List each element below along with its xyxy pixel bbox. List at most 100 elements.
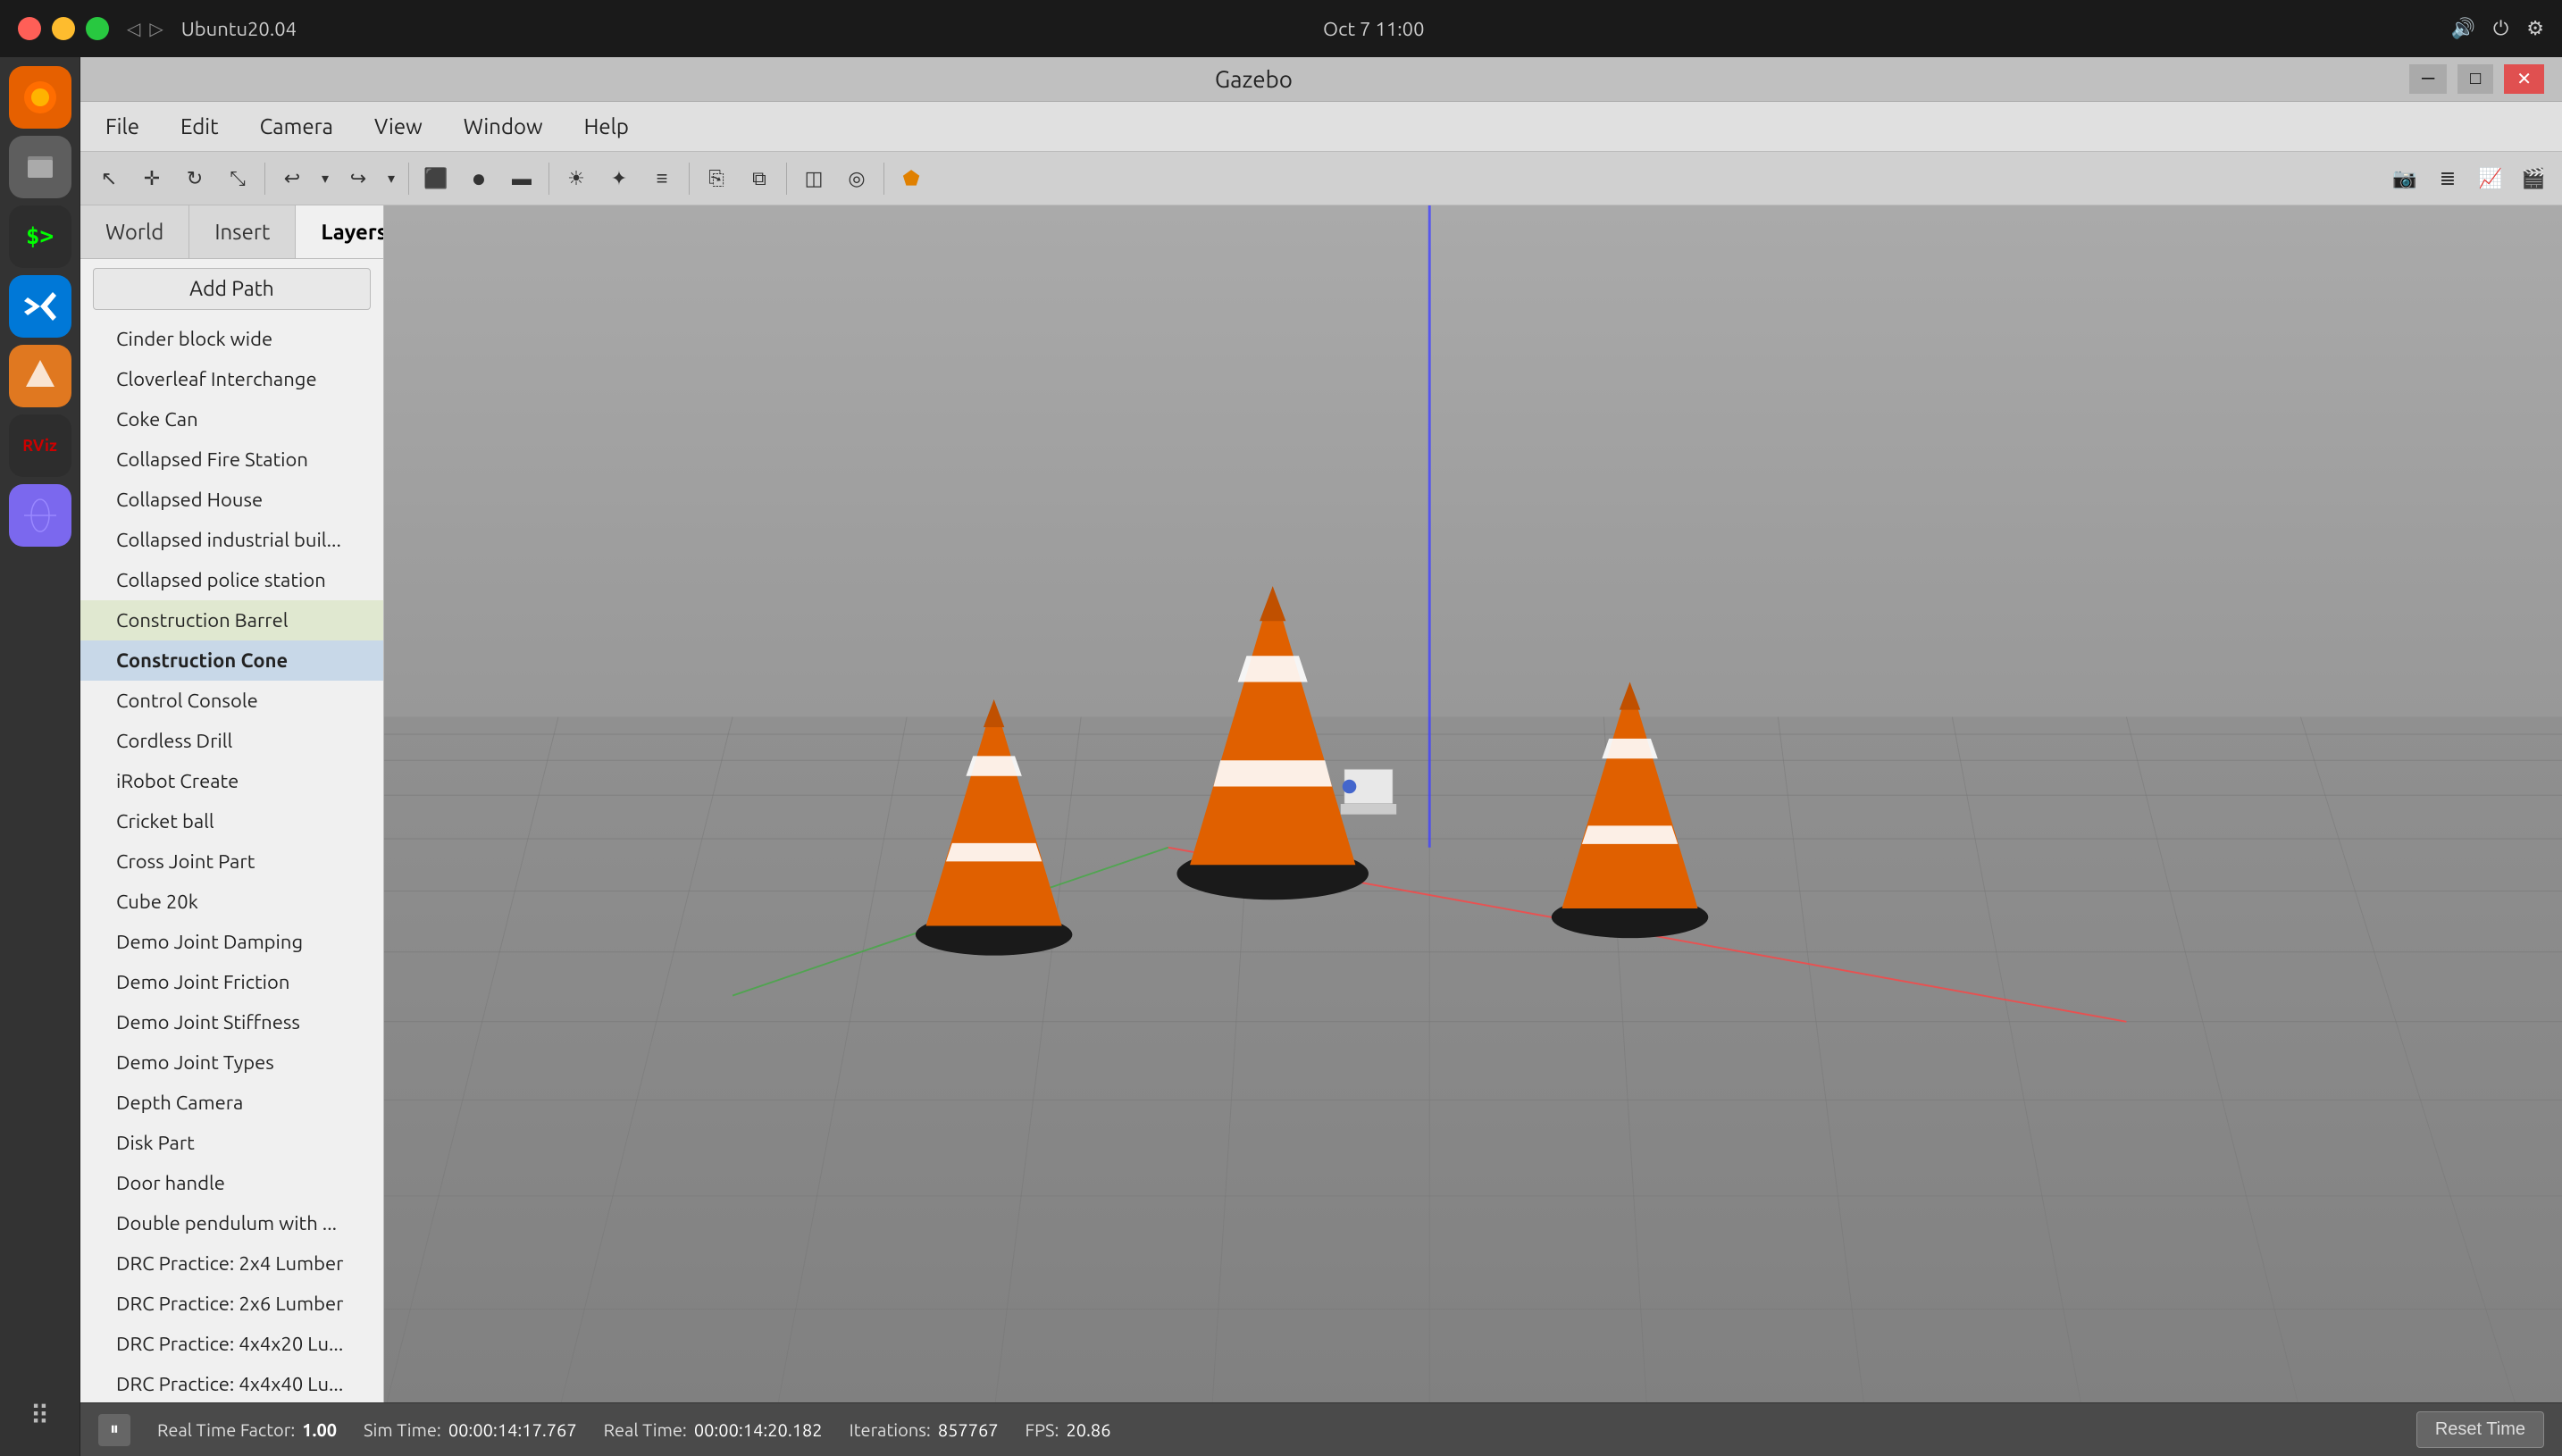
model-list-item[interactable]: Construction Cone [80, 640, 383, 681]
minimize-window-btn[interactable] [52, 17, 75, 40]
menu-window[interactable]: Window [456, 111, 550, 142]
model-list-item[interactable]: Coke Can [80, 399, 383, 439]
model-list-item[interactable]: Cube 20k [80, 882, 383, 922]
copy-btn[interactable]: ⎘ [697, 159, 736, 198]
align-btn[interactable]: ◫ [794, 159, 833, 198]
model-list-item[interactable]: Cloverleaf Interchange [80, 359, 383, 399]
power-icon[interactable]: ⏻ [2493, 17, 2508, 40]
maximize-btn[interactable]: □ [2457, 64, 2493, 94]
model-list-item[interactable]: Cricket ball [80, 801, 383, 841]
volume-icon[interactable]: 🔊 [2450, 17, 2474, 40]
sun-light-btn[interactable]: ☀ [557, 159, 596, 198]
menu-help[interactable]: Help [577, 111, 636, 142]
model-list-item[interactable]: Demo Joint Stiffness [80, 1002, 383, 1042]
model-list-item[interactable]: Construction Barrel [80, 600, 383, 640]
dock-item-files[interactable] [9, 136, 71, 198]
dock-item-gazebo[interactable] [9, 345, 71, 407]
window-action-btns[interactable]: ─ □ ✕ [2409, 64, 2544, 94]
app-titlebar: Gazebo ─ □ ✕ [80, 57, 2562, 102]
box-shape-btn[interactable]: ⬛ [416, 159, 456, 198]
dock-item-globe[interactable] [9, 484, 71, 547]
record-btn[interactable]: 🎬 [2514, 159, 2553, 198]
model-list-item[interactable]: Cinder block wide [80, 319, 383, 359]
spot-light-btn[interactable]: ✦ [599, 159, 639, 198]
fps-group: FPS: 20.86 [1026, 1419, 1111, 1440]
translate-tool-btn[interactable]: ✛ [132, 159, 172, 198]
model-list-item[interactable]: DRC Practice: 2x4 Lumber [80, 1243, 383, 1284]
model-list-item[interactable]: Collapsed House [80, 480, 383, 520]
model-list-item[interactable]: Demo Joint Types [80, 1042, 383, 1083]
log-btn[interactable]: ≣ [2428, 159, 2467, 198]
snap-btn[interactable]: ◎ [837, 159, 876, 198]
model-list-item[interactable]: Control Console [80, 681, 383, 721]
cone-object-2 [916, 699, 1073, 956]
model-list-item[interactable]: Collapsed police station [80, 560, 383, 600]
select-tool-btn[interactable]: ↖ [89, 159, 129, 198]
maximize-window-btn[interactable] [86, 17, 109, 40]
minimize-btn[interactable]: ─ [2409, 64, 2447, 94]
tab-insert[interactable]: Insert [189, 205, 296, 258]
close-btn[interactable]: ✕ [2504, 64, 2544, 94]
model-list-item[interactable]: Depth Camera [80, 1083, 383, 1123]
redo-btn[interactable]: ↪ [339, 159, 378, 198]
main-area: World Insert Layers Add Path Cinder bloc… [80, 205, 2562, 1402]
model-list-item[interactable]: iRobot Create [80, 761, 383, 801]
iterations-label: Iterations: [850, 1419, 931, 1440]
model-list-item[interactable]: DRC Practice: 2x6 Lumber [80, 1284, 383, 1324]
tab-layers[interactable]: Layers [296, 205, 384, 258]
forward-icon[interactable]: ▷ [149, 18, 163, 39]
undo-btn[interactable]: ↩ [272, 159, 312, 198]
dock-item-apps[interactable]: ⠿ [9, 1385, 71, 1447]
menu-file[interactable]: File [98, 111, 147, 142]
model-list-item[interactable]: Cross Joint Part [80, 841, 383, 882]
dock-item-rviz[interactable]: RViz [9, 414, 71, 477]
menu-camera[interactable]: Camera [253, 111, 340, 142]
dock-item-firefox[interactable] [9, 66, 71, 129]
add-path-button[interactable]: Add Path [93, 268, 371, 310]
model-list-item[interactable]: Collapsed industrial buil... [80, 520, 383, 560]
model-list[interactable]: Cinder block wideCloverleaf InterchangeC… [80, 319, 383, 1402]
window-controls[interactable] [18, 17, 109, 40]
model-list-item[interactable]: Disk Part [80, 1123, 383, 1163]
settings-icon[interactable]: ⚙ [2526, 17, 2544, 40]
dock-item-terminal[interactable]: $> [9, 205, 71, 268]
left-dock: $> RViz ⠿ [0, 57, 80, 1456]
cylinder-shape-btn[interactable]: ▬ [502, 159, 541, 198]
model-list-item[interactable]: Demo Joint Friction [80, 962, 383, 1002]
pause-btn[interactable]: ⏸ [98, 1414, 130, 1446]
dir-light-btn[interactable]: ≡ [642, 159, 682, 198]
model-list-item[interactable]: DRC Practice: 4x4x20 Lu... [80, 1324, 383, 1364]
model-list-item[interactable]: DRC Practice: 4x4x40 Lu... [80, 1364, 383, 1402]
back-icon[interactable]: ◁ [127, 18, 140, 39]
toolbar-sep-6 [883, 163, 884, 195]
toolbar-sep-4 [689, 163, 690, 195]
real-time-factor-group: Real Time Factor: 1.00 [157, 1419, 337, 1440]
scene-svg [384, 205, 2562, 1402]
model-list-item[interactable]: Demo Joint Damping [80, 922, 383, 962]
redo-dropdown-btn[interactable]: ▾ [381, 159, 401, 198]
undo-dropdown-btn[interactable]: ▾ [315, 159, 335, 198]
menu-edit[interactable]: Edit [173, 111, 226, 142]
model-list-item[interactable]: Collapsed Fire Station [80, 439, 383, 480]
os-datetime: Oct 7 11:00 [314, 18, 2432, 40]
color-btn[interactable]: ⬟ [892, 159, 931, 198]
reset-time-btn[interactable]: Reset Time [2416, 1411, 2544, 1448]
screenshot-btn[interactable]: 📷 [2385, 159, 2424, 198]
rviz-label: RViz [22, 437, 57, 455]
sim-time-group: Sim Time: 00:00:14:17.767 [364, 1419, 577, 1440]
sphere-shape-btn[interactable]: ● [459, 159, 498, 198]
paste-btn[interactable]: ⧉ [740, 159, 779, 198]
statusbar: ⏸ Real Time Factor: 1.00 Sim Time: 00:00… [80, 1402, 2562, 1456]
menu-view[interactable]: View [367, 111, 430, 142]
model-list-item[interactable]: Cordless Drill [80, 721, 383, 761]
tab-world[interactable]: World [80, 205, 189, 258]
nav-buttons[interactable]: ◁ ▷ [127, 18, 163, 39]
close-window-btn[interactable] [18, 17, 41, 40]
3d-viewport[interactable] [384, 205, 2562, 1402]
rotate-tool-btn[interactable]: ↻ [175, 159, 214, 198]
scale-tool-btn[interactable]: ⤡ [218, 159, 257, 198]
model-list-item[interactable]: Double pendulum with ... [80, 1203, 383, 1243]
model-list-item[interactable]: Door handle [80, 1163, 383, 1203]
plot-btn[interactable]: 📈 [2471, 159, 2510, 198]
dock-item-vscode[interactable] [9, 275, 71, 338]
